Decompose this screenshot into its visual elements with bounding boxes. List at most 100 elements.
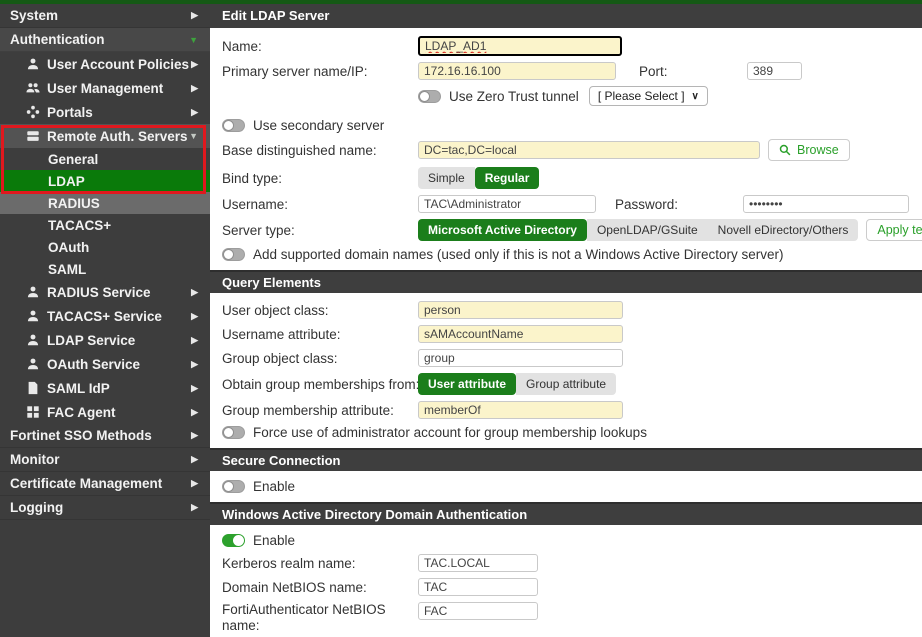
sidebar-item-monitor[interactable]: Monitor ▶ xyxy=(0,448,210,472)
bind-simple-button[interactable]: Simple xyxy=(418,167,475,189)
browse-button[interactable]: Browse xyxy=(768,139,850,161)
sidebar-item-label: SAML xyxy=(48,262,86,277)
group-attribute-button[interactable]: Group attribute xyxy=(516,373,616,395)
sidebar-item-label: OAuth Service xyxy=(47,357,140,372)
server-type-msad-button[interactable]: Microsoft Active Directory xyxy=(418,219,587,241)
winad-header: Windows Active Directory Domain Authenti… xyxy=(210,502,922,525)
primary-server-row: Primary server name/IP: Port: xyxy=(210,59,922,83)
chevron-right-icon: ▶ xyxy=(191,311,198,322)
add-domains-toggle[interactable] xyxy=(222,248,245,261)
kerberos-input[interactable] xyxy=(418,554,538,572)
group-object-class-input[interactable] xyxy=(418,349,623,367)
toggle-knob xyxy=(223,481,234,492)
sidebar-item-tacacs-service[interactable]: TACACS+ Service ▶ xyxy=(0,304,210,328)
sidebar-item-system[interactable]: System ▶ xyxy=(0,4,210,28)
users-icon xyxy=(26,81,40,95)
zero-trust-toggle[interactable] xyxy=(418,90,441,103)
primary-server-input[interactable] xyxy=(418,62,616,80)
group-membership-attr-row: Group membership attribute: xyxy=(210,398,922,422)
chevron-right-icon: ▶ xyxy=(191,59,198,70)
apply-template-button[interactable]: Apply template xyxy=(866,219,922,241)
sidebar-item-label: Authentication xyxy=(10,32,105,47)
name-input[interactable] xyxy=(418,36,622,56)
sidebar-item-general[interactable]: General xyxy=(0,148,210,170)
chevron-right-icon: ▶ xyxy=(191,83,198,94)
base-dn-row: Base distinguished name: Browse xyxy=(210,136,922,164)
toggle-knob xyxy=(419,91,430,102)
netbios-input[interactable] xyxy=(418,578,538,596)
chevron-down-icon: ▼ xyxy=(189,35,198,45)
obtain-memberships-segment: User attribute Group attribute xyxy=(418,373,616,395)
fac-netbios-input[interactable] xyxy=(418,602,538,620)
secure-enable-toggle[interactable] xyxy=(222,480,245,493)
sidebar-item-oauth-service[interactable]: OAuth Service ▶ xyxy=(0,352,210,376)
ldap-service-icon xyxy=(26,333,40,347)
toggle-knob xyxy=(233,535,244,546)
username-input[interactable] xyxy=(418,195,596,213)
sidebar-item-user-account-policies[interactable]: User Account Policies ▶ xyxy=(0,52,210,76)
winad-enable-row: Enable xyxy=(210,530,922,551)
chevron-right-icon: ▶ xyxy=(191,10,198,21)
netbios-label: Domain NetBIOS name: xyxy=(222,580,418,595)
winad-enable-label: Enable xyxy=(253,533,295,548)
top-accent-strip xyxy=(0,0,922,4)
password-input[interactable] xyxy=(743,195,909,213)
sidebar-item-label: TACACS+ Service xyxy=(47,309,162,324)
sidebar-item-ldap-service[interactable]: LDAP Service ▶ xyxy=(0,328,210,352)
bind-regular-button[interactable]: Regular xyxy=(475,167,540,189)
sidebar-item-oauth[interactable]: OAuth xyxy=(0,236,210,258)
sidebar-item-radius[interactable]: RADIUS xyxy=(0,192,210,214)
sidebar-item-remote-auth-servers[interactable]: Remote Auth. Servers ▼ xyxy=(0,124,210,148)
group-membership-attr-input[interactable] xyxy=(418,401,623,419)
chevron-right-icon: ▶ xyxy=(191,107,198,118)
sidebar-item-label: Logging xyxy=(10,500,63,515)
secondary-server-row: Use secondary server xyxy=(210,115,922,136)
sidebar-item-ldap[interactable]: LDAP xyxy=(0,170,210,192)
sidebar-item-radius-service[interactable]: RADIUS Service ▶ xyxy=(0,280,210,304)
sidebar-item-saml-idp[interactable]: SAML IdP ▶ xyxy=(0,376,210,400)
kerberos-row: Kerberos realm name: xyxy=(210,551,922,575)
username-row: Username: Password: xyxy=(210,192,922,216)
user-object-class-input[interactable] xyxy=(418,301,623,319)
sidebar-item-portals[interactable]: Portals ▶ xyxy=(0,100,210,124)
obtain-memberships-label: Obtain group memberships from: xyxy=(222,377,418,392)
sidebar-item-fac-agent[interactable]: FAC Agent ▶ xyxy=(0,400,210,424)
portals-icon xyxy=(26,105,40,119)
chevron-right-icon: ▶ xyxy=(191,454,198,465)
secure-enable-row: Enable xyxy=(210,476,922,497)
sidebar-item-label: OAuth xyxy=(48,240,89,255)
server-type-row: Server type: Microsoft Active Directory … xyxy=(210,216,922,244)
grid-icon xyxy=(26,405,40,419)
page-title: Edit LDAP Server xyxy=(210,4,922,28)
sidebar-item-fortinet-sso-methods[interactable]: Fortinet SSO Methods ▶ xyxy=(0,424,210,448)
zero-trust-select[interactable]: [ Please Select ] ∨ xyxy=(589,86,708,106)
user-object-class-label: User object class: xyxy=(222,303,418,318)
secondary-server-label: Use secondary server xyxy=(253,118,384,133)
winad-form: Enable Kerberos realm name: Domain NetBI… xyxy=(210,525,922,637)
username-attribute-input[interactable] xyxy=(418,325,623,343)
force-admin-toggle[interactable] xyxy=(222,426,245,439)
sidebar-item-logging[interactable]: Logging ▶ xyxy=(0,496,210,520)
sidebar-item-certificate-management[interactable]: Certificate Management ▶ xyxy=(0,472,210,496)
force-admin-label: Force use of administrator account for g… xyxy=(253,425,647,440)
servers-icon xyxy=(26,129,40,143)
port-input[interactable] xyxy=(747,62,802,80)
sidebar-item-user-management[interactable]: User Management ▶ xyxy=(0,76,210,100)
zero-trust-row: Use Zero Trust tunnel [ Please Select ] … xyxy=(210,83,922,109)
sidebar-item-saml[interactable]: SAML xyxy=(0,258,210,280)
user-attribute-button[interactable]: User attribute xyxy=(418,373,516,395)
base-dn-input[interactable] xyxy=(418,141,760,159)
ldap-server-form: Name: Primary server name/IP: Port: Use … xyxy=(210,28,922,265)
port-label: Port: xyxy=(639,64,747,79)
sidebar-item-authentication[interactable]: Authentication ▼ xyxy=(0,28,210,52)
username-label: Username: xyxy=(222,197,418,212)
sidebar-item-tacacs[interactable]: TACACS+ xyxy=(0,214,210,236)
server-type-novell-button[interactable]: Novell eDirectory/Others xyxy=(708,219,859,241)
server-type-openldap-button[interactable]: OpenLDAP/GSuite xyxy=(587,219,708,241)
secondary-server-toggle[interactable] xyxy=(222,119,245,132)
sidebar-item-label: Certificate Management xyxy=(10,476,162,491)
sidebar-item-label: System xyxy=(10,8,58,23)
winad-enable-toggle[interactable] xyxy=(222,534,245,547)
user-policy-icon xyxy=(26,57,40,71)
search-icon xyxy=(779,144,791,156)
